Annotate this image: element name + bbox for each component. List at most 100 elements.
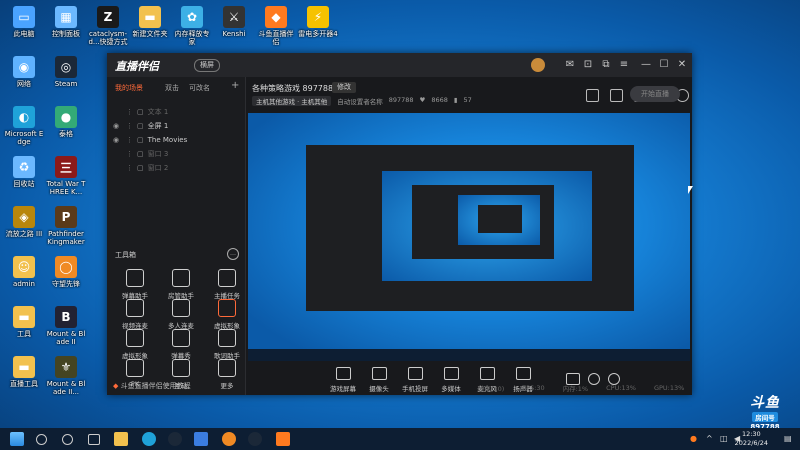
task-view-icon[interactable] <box>88 434 100 445</box>
notification-icon[interactable]: ▤ <box>784 434 792 443</box>
nested-app-window-3 <box>478 205 522 233</box>
drag-handle-icon[interactable]: ⋮ <box>126 108 133 116</box>
gift-icon[interactable]: ⊡ <box>581 58 595 72</box>
desktop-icon[interactable]: ◈ 流放之路 III <box>4 206 44 238</box>
eye-icon[interactable]: ◉ <box>113 122 122 130</box>
shirt-icon[interactable]: ⧉ <box>599 58 613 72</box>
desktop-icon[interactable]: ▭ 此电脑 <box>4 6 44 38</box>
desktop-icon[interactable]: ♻ 回收站 <box>4 156 44 188</box>
desktop-icon[interactable]: ⚔ Kenshi <box>214 6 254 38</box>
desktop-icon[interactable]: ◆ 斗鱼直播伴侣 <box>256 6 296 46</box>
desktop-icon[interactable]: ▦ 控制面板 <box>46 6 86 38</box>
desktop-icon[interactable]: 三 Total War THREE K... <box>46 156 86 196</box>
tool-icon <box>126 329 144 347</box>
tool-button[interactable]: 虚拟形象 <box>207 299 247 330</box>
desktop-icon[interactable]: ◐ Microsoft Edge <box>4 106 44 146</box>
tool-icon <box>126 269 144 287</box>
taskbar-clock[interactable]: 12:30 2022/6/24 <box>735 430 768 448</box>
scene-item[interactable]: ⋮ ▢ 窗口 2 <box>113 161 239 174</box>
nested-app-window-2 <box>412 185 554 259</box>
nested-app-window <box>306 145 634 311</box>
tool-button[interactable]: 主播任务 <box>207 269 247 300</box>
desktop-icon[interactable]: ◎ Steam <box>46 56 86 88</box>
main-panel: 各种策略游戏 897788 修改 主机其他游戏 · 主机其他 自动设置者名称 8… <box>246 77 692 395</box>
app-icon-orange[interactable] <box>222 432 236 446</box>
desktop-icon[interactable]: Zcataclysm-d...快捷方式 <box>88 6 128 46</box>
live-settings-icon[interactable] <box>586 89 599 102</box>
app-icon-blue[interactable] <box>194 432 208 446</box>
desktop-icon[interactable]: ◉ 网络 <box>4 56 44 88</box>
avatar[interactable] <box>531 58 545 72</box>
auto-record-label: 自动设置者名称 <box>337 98 383 106</box>
drag-handle-icon[interactable]: ⋮ <box>126 164 133 172</box>
desktop-icon-label: Mount & Blade II <box>46 330 86 346</box>
desktop-icon[interactable]: ▬ 直播工具 <box>4 356 44 388</box>
steam-icon[interactable] <box>168 432 182 446</box>
tutorial-link[interactable]: ◆ 斗鱼直播伴侣使用教程 <box>113 381 191 391</box>
desktop-icon[interactable]: P Pathfinder Kingmaker <box>46 206 86 246</box>
close-icon[interactable]: ✕ <box>675 58 689 72</box>
drag-handle-icon[interactable]: ⋮ <box>126 122 133 130</box>
desktop-icon[interactable]: ▬ 工具 <box>4 306 44 338</box>
desktop-icon[interactable]: ⚡ 雷电多开器4 <box>298 6 338 38</box>
mode-pill[interactable]: 横屏 <box>194 59 220 72</box>
lock-icon[interactable] <box>610 89 623 102</box>
tool-icon <box>172 269 190 287</box>
add-scene-button[interactable]: + <box>231 80 239 91</box>
desktop-icon[interactable]: ▬ 新建文件夹 <box>130 6 170 38</box>
tool-button[interactable]: 视频连麦 <box>115 299 155 330</box>
scene-item[interactable]: ⋮ ▢ 文本 1 <box>113 105 239 118</box>
scene-type-icon: ▢ <box>137 135 144 144</box>
message-icon[interactable]: ✉ <box>563 58 577 72</box>
tool-button[interactable]: 弹幕秀 <box>161 329 201 360</box>
tool-button[interactable]: 房管助手 <box>161 269 201 300</box>
start-live-button[interactable]: 开始直播 <box>630 86 680 102</box>
drag-handle-icon[interactable]: ⋮ <box>126 150 133 158</box>
desktop-icon[interactable]: ☺ admin <box>4 256 44 288</box>
desktop-icon-image: ♻ <box>13 156 35 178</box>
tool-button[interactable]: 弹幕助手 <box>115 269 155 300</box>
tool-button[interactable]: 更多 <box>207 359 247 390</box>
eye-icon[interactable]: ◉ <box>113 136 122 144</box>
scene-type-icon: ▢ <box>137 163 144 172</box>
desktop-icon-label: Pathfinder Kingmaker <box>47 230 85 246</box>
desktop-icon[interactable]: ✿ 内存释放专家 <box>172 6 212 46</box>
edge-icon[interactable] <box>142 432 156 446</box>
category-label[interactable]: 主机其他游戏 · 主机其他 <box>252 96 332 106</box>
tool-button[interactable]: 歌词助手 <box>207 329 247 360</box>
maximize-icon[interactable]: ☐ <box>657 58 671 72</box>
desktop-icon[interactable]: ◯ 守望先锋 <box>46 256 86 288</box>
desktop-icon-label: 工具 <box>17 330 31 338</box>
explorer-icon[interactable] <box>114 432 128 446</box>
minimize-icon[interactable]: — <box>639 58 653 72</box>
scene-item[interactable]: ◉ ⋮ ▢ 全屏 1 <box>113 119 239 132</box>
tray-network-icon[interactable]: ◫ <box>720 434 728 443</box>
settings-icon[interactable]: ≡ <box>617 58 631 72</box>
desktop-icon-image: ⚡ <box>307 6 329 28</box>
douyu-taskbar-icon[interactable] <box>276 432 290 446</box>
search-icon[interactable] <box>36 434 47 445</box>
scene-item[interactable]: ⋮ ▢ 窗口 3 <box>113 147 239 160</box>
mouse-cursor <box>688 186 693 194</box>
scene-item[interactable]: ◉ ⋮ ▢ The Movies <box>113 133 239 146</box>
scene-label: 文本 1 <box>147 107 169 116</box>
tab-rename[interactable]: 可改名 <box>189 83 210 93</box>
tray-douyu-icon[interactable]: ● <box>690 434 697 443</box>
tool-button[interactable]: 虚拟形象 <box>115 329 155 360</box>
stream-preview[interactable] <box>248 113 690 361</box>
desktop-icon[interactable]: B Mount & Blade II <box>46 306 86 346</box>
tools-more-icon[interactable]: … <box>227 248 239 260</box>
desktop-icon[interactable]: ⚜ Mount & Blade II... <box>46 356 86 396</box>
tab-double-click[interactable]: 双击 <box>165 83 179 93</box>
tab-my-scenes[interactable]: 我的场景 <box>115 83 143 93</box>
tool-button[interactable]: 多人连麦 <box>161 299 201 330</box>
cortana-icon[interactable] <box>62 434 73 445</box>
drag-handle-icon[interactable]: ⋮ <box>126 136 133 144</box>
desktop-icon-image: ⚔ <box>223 6 245 28</box>
start-icon[interactable] <box>10 432 24 446</box>
desktop-icon-image: ◈ <box>13 206 35 228</box>
desktop-icon[interactable]: ● 泰格 <box>46 106 86 138</box>
edit-room-button[interactable]: 修改 <box>332 82 356 93</box>
steam-icon-2[interactable] <box>248 432 262 446</box>
tray-chevron-icon[interactable]: ^ <box>706 434 713 443</box>
